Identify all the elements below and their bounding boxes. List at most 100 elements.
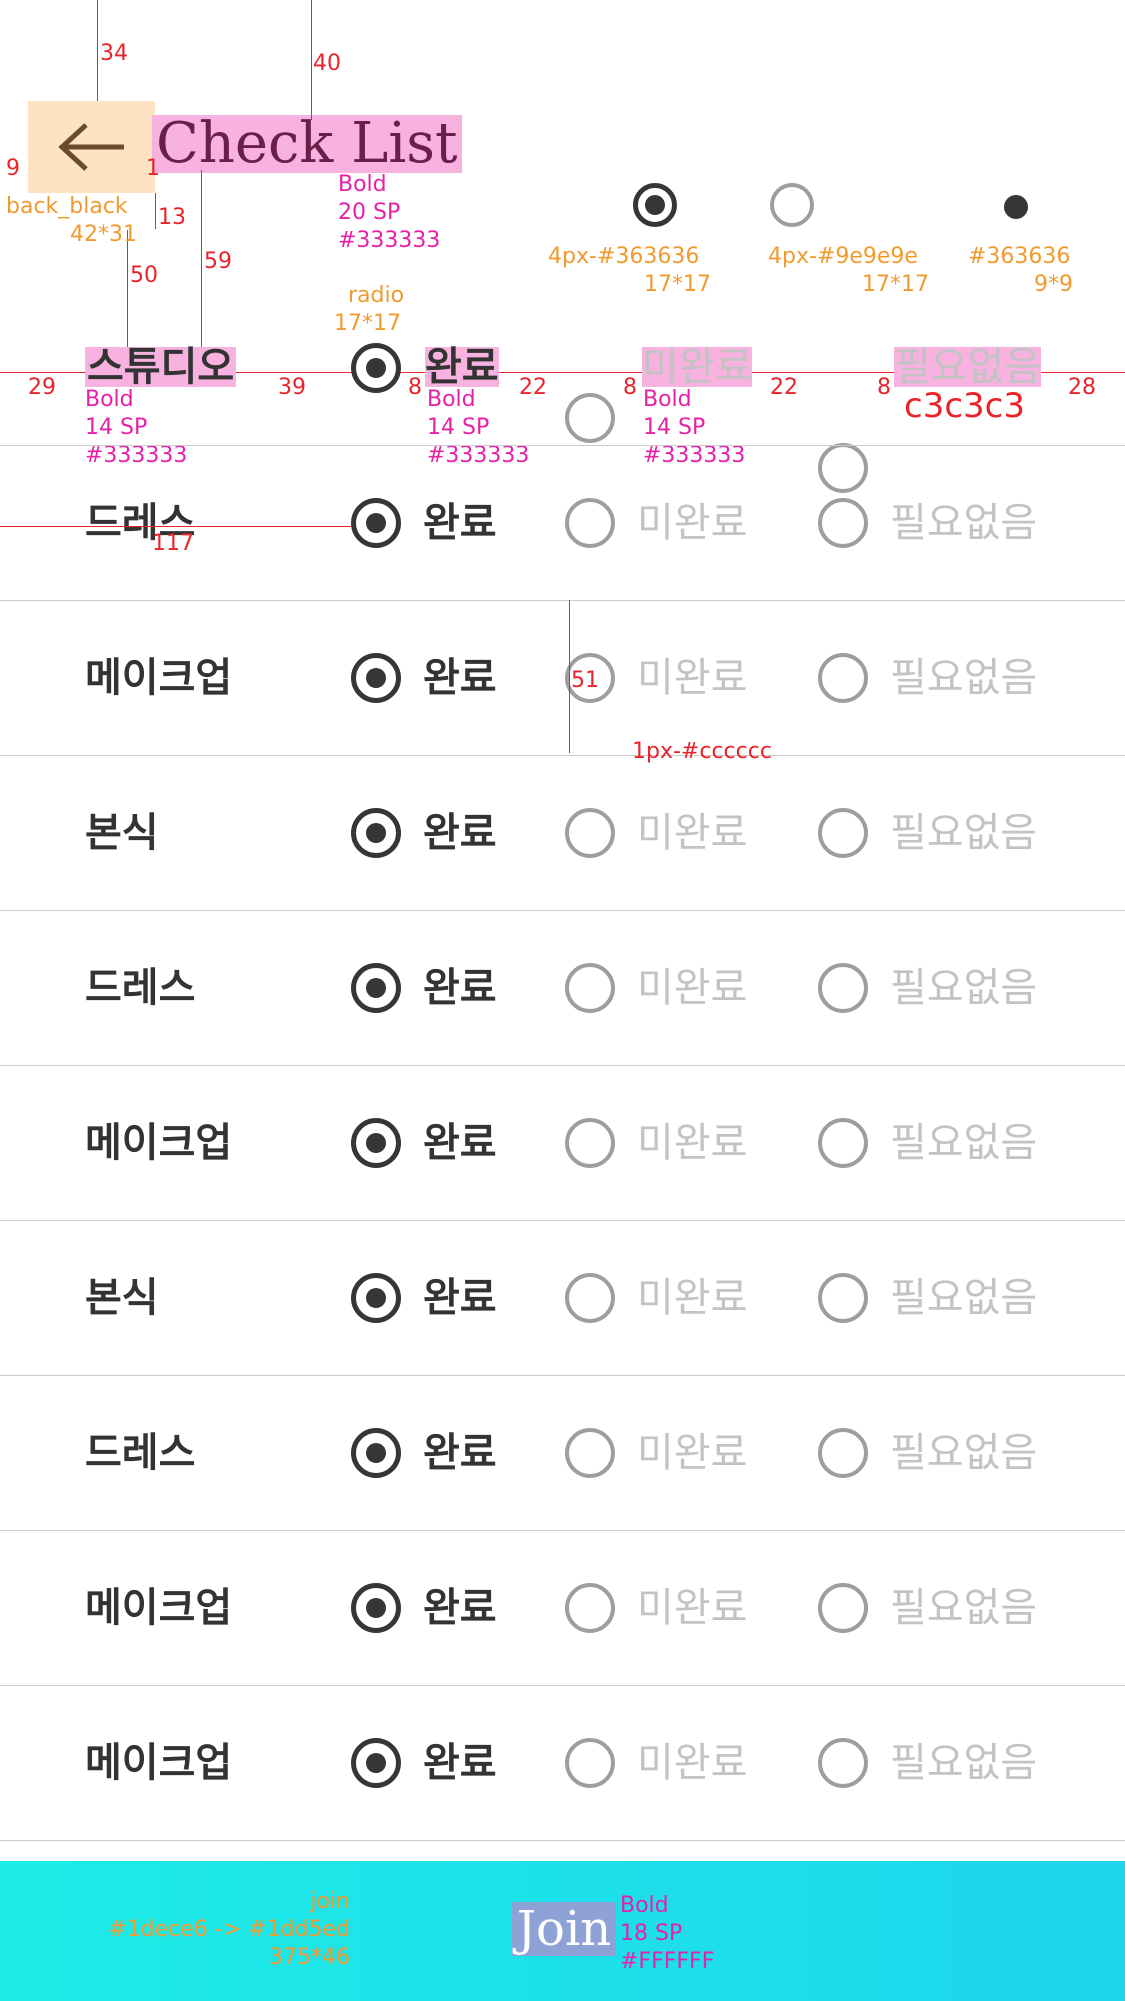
radio-option-not-needed[interactable]: 필요없음 bbox=[818, 1428, 1037, 1478]
radio-selected-icon[interactable] bbox=[351, 1118, 401, 1168]
radio-unselected-icon[interactable] bbox=[818, 1738, 868, 1788]
radio-option-not-done[interactable]: 미완료 bbox=[565, 1273, 747, 1323]
radio-unselected-icon[interactable] bbox=[818, 1273, 868, 1323]
radio-unselected-icon[interactable] bbox=[565, 1738, 615, 1788]
radio-unselected-icon[interactable] bbox=[818, 1583, 868, 1633]
measure-label: 34 bbox=[100, 41, 128, 66]
radio-selected-icon[interactable] bbox=[351, 1273, 401, 1323]
radio-selected-icon[interactable] bbox=[351, 498, 401, 548]
radio-unselected-icon[interactable] bbox=[565, 1273, 615, 1323]
radio-option-label: 완료 bbox=[423, 1430, 497, 1476]
join-button[interactable]: Join bbox=[512, 1902, 616, 1956]
back-icon-spec: back_black bbox=[6, 194, 128, 219]
radio-option-not-done[interactable]: 미완료 bbox=[565, 1738, 747, 1788]
legend-dot-size: 9*9 bbox=[1034, 272, 1073, 297]
radio-option-not-needed[interactable]: 필요없음 bbox=[818, 1583, 1037, 1633]
measure-label: 28 bbox=[1068, 375, 1096, 400]
radio-option-label: 필요없음 bbox=[890, 500, 1038, 546]
radio-selected-icon[interactable] bbox=[351, 808, 401, 858]
checklist-row: 메이크업 완료 미완료 필요없음 bbox=[0, 1065, 1125, 1220]
radio-option-not-done[interactable]: 미완료 bbox=[565, 1583, 747, 1633]
radio-unselected-icon[interactable] bbox=[818, 963, 868, 1013]
join-spec: join #1dece6 -> #1dd5ed 375*46 bbox=[108, 1889, 350, 1970]
radio-unselected-icon[interactable] bbox=[818, 653, 868, 703]
radio-option-not-needed[interactable]: 필요없음 bbox=[818, 1118, 1037, 1168]
radio-option-not-needed[interactable]: 필요없음 bbox=[818, 963, 1037, 1013]
divider-spec: 1px-#cccccc bbox=[632, 739, 772, 764]
legend-on-size: 17*17 bbox=[644, 272, 711, 297]
radio-option-done[interactable]: 완료 bbox=[351, 498, 497, 548]
radio-option-not-done[interactable]: 미완료 bbox=[565, 1118, 747, 1168]
join-text-spec: Bold 18 SP #FFFFFF bbox=[620, 1893, 715, 1974]
title-spec: Bold 20 SP #333333 bbox=[338, 172, 441, 253]
radio-option-not-needed[interactable]: 필요없음 bbox=[818, 1738, 1037, 1788]
radio-unselected-icon[interactable] bbox=[565, 1428, 615, 1478]
radio-unselected-icon[interactable] bbox=[565, 963, 615, 1013]
radio-option-done[interactable]: 완료 bbox=[351, 1428, 497, 1478]
radio-option-label: 미완료 bbox=[637, 1275, 748, 1321]
radio-unselected-icon[interactable] bbox=[565, 1118, 615, 1168]
radio-option-not-needed[interactable]: 필요없음 bbox=[818, 808, 1037, 858]
radio-option-done[interactable]: 완료 bbox=[351, 963, 497, 1013]
row-label: 메이크업 bbox=[85, 655, 233, 701]
checklist-row: 드레스 완료 미완료 필요없음 bbox=[0, 445, 1125, 600]
radio-option-label: 미완료 bbox=[637, 1740, 748, 1786]
radio-option-label: 미완료 bbox=[637, 1120, 748, 1166]
checklist-row: 메이크업 완료 미완료 필요없음 bbox=[0, 600, 1125, 755]
radio-option-label: 완료 bbox=[423, 655, 497, 701]
radio-unselected-icon[interactable] bbox=[818, 1118, 868, 1168]
radio-unselected-icon[interactable] bbox=[818, 808, 868, 858]
row-label: 본식 bbox=[85, 810, 159, 856]
measure-label: 13 bbox=[158, 205, 186, 230]
radio-selected-icon[interactable] bbox=[351, 653, 401, 703]
radio-option-done[interactable]: 완료 bbox=[351, 653, 497, 703]
radio-option-not-done[interactable]: 미완료 bbox=[565, 808, 747, 858]
column-category: 스튜디오 bbox=[85, 344, 237, 390]
radio-spec-size: 17*17 bbox=[334, 311, 401, 336]
radio-option-not-needed[interactable]: 필요없음 bbox=[818, 498, 1037, 548]
radio-option-label: 완료 bbox=[423, 1585, 497, 1631]
radio-selected-icon[interactable] bbox=[351, 1583, 401, 1633]
checklist-row: 본식 완료 미완료 필요없음 bbox=[0, 1220, 1125, 1375]
radio-option-not-done[interactable]: 미완료 bbox=[565, 498, 747, 548]
radio-unselected-icon[interactable] bbox=[818, 1428, 868, 1478]
radio-option-done[interactable]: 완료 bbox=[351, 1583, 497, 1633]
radio-option-label: 필요없음 bbox=[890, 1740, 1038, 1786]
column-not-needed: 필요없음 bbox=[894, 344, 1042, 390]
measure-line bbox=[569, 600, 570, 753]
radio-unselected-icon[interactable] bbox=[818, 498, 868, 548]
legend-dot-spec: #363636 bbox=[968, 244, 1071, 269]
radio-option-label: 완료 bbox=[423, 965, 497, 1011]
radio-selected-icon[interactable] bbox=[351, 963, 401, 1013]
radio-option-label: 완료 bbox=[423, 1740, 497, 1786]
column-done: 완료 bbox=[425, 344, 499, 390]
radio-option-done[interactable]: 완료 bbox=[351, 1273, 497, 1323]
radio-option-label: 필요없음 bbox=[890, 810, 1038, 856]
radio-option-label: 미완료 bbox=[637, 965, 748, 1011]
radio-option-not-needed[interactable]: 필요없음 bbox=[818, 1273, 1037, 1323]
radio-unselected-icon[interactable] bbox=[565, 498, 615, 548]
radio-option-label: 필요없음 bbox=[890, 1120, 1038, 1166]
back-icon-size: 42*31 bbox=[70, 222, 137, 247]
row-label: 본식 bbox=[85, 1275, 159, 1321]
header-radio-not-done[interactable] bbox=[565, 393, 615, 443]
arrow-left-icon bbox=[57, 123, 124, 171]
measure-label: 51 bbox=[571, 668, 599, 693]
measure-label: 39 bbox=[278, 375, 306, 400]
radio-selected-icon[interactable] bbox=[351, 1428, 401, 1478]
radio-option-label: 완료 bbox=[423, 1275, 497, 1321]
checklist-row: 드레스 완료 미완료 필요없음 bbox=[0, 910, 1125, 1065]
radio-unselected-icon[interactable] bbox=[565, 1583, 615, 1633]
radio-option-done[interactable]: 완료 bbox=[351, 808, 497, 858]
back-button[interactable] bbox=[28, 101, 155, 193]
measure-label: 29 bbox=[28, 375, 56, 400]
radio-option-not-done[interactable]: 미완료 bbox=[565, 1428, 747, 1478]
radio-option-done[interactable]: 완료 bbox=[351, 1118, 497, 1168]
radio-option-not-needed[interactable]: 필요없음 bbox=[818, 653, 1037, 703]
radio-unselected-icon[interactable] bbox=[565, 808, 615, 858]
radio-option-done[interactable]: 완료 bbox=[351, 1738, 497, 1788]
header-radio-done[interactable] bbox=[351, 343, 401, 393]
measure-label: 117 bbox=[152, 531, 194, 556]
radio-selected-icon[interactable] bbox=[351, 1738, 401, 1788]
radio-option-not-done[interactable]: 미완료 bbox=[565, 963, 747, 1013]
